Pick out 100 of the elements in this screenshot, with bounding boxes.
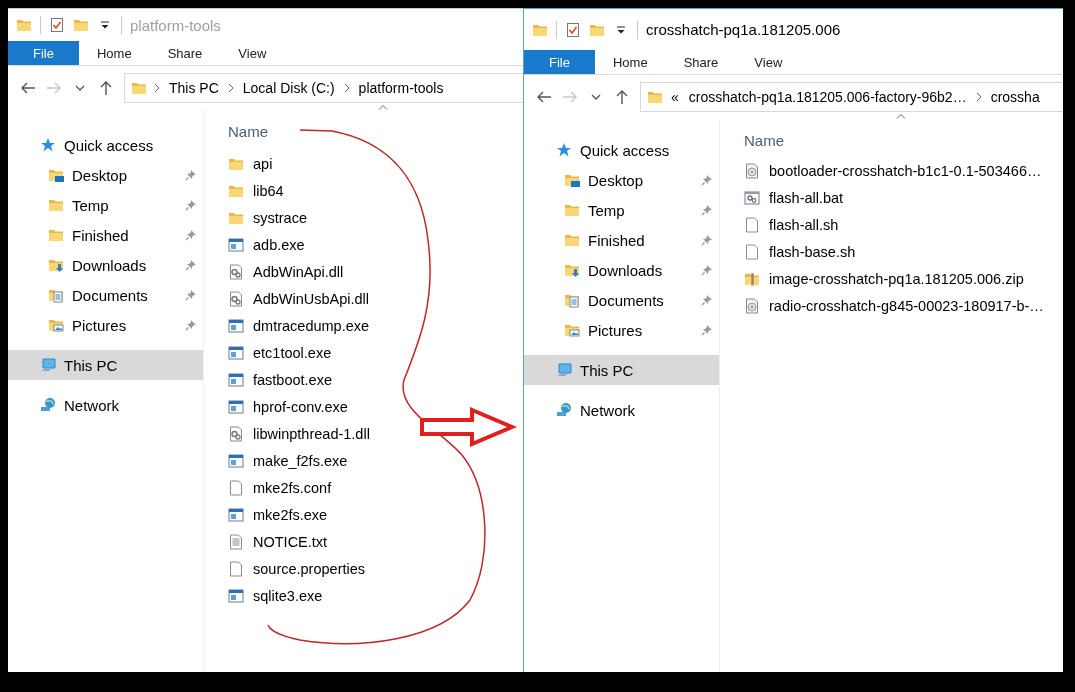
nav-item[interactable]: Quick access xyxy=(8,130,203,160)
gear-window-icon xyxy=(744,189,760,206)
file-name[interactable]: dmtracedump.exe xyxy=(253,317,370,334)
ribbon-tab[interactable]: File xyxy=(8,41,79,65)
nav-item[interactable]: Finished xyxy=(524,225,719,255)
nav-item[interactable]: Downloads xyxy=(524,255,719,285)
gear-page-icon xyxy=(228,263,244,280)
folder-icon xyxy=(131,80,147,96)
nav-item[interactable]: Pictures xyxy=(8,310,203,340)
application-icon xyxy=(228,452,244,469)
sort-caret-icon xyxy=(378,104,388,110)
file-name[interactable]: AdbWinUsbApi.dll xyxy=(253,290,370,307)
gear-page-icon xyxy=(228,290,244,307)
file-name[interactable]: AdbWinApi.dll xyxy=(253,263,344,280)
nav-item[interactable]: Finished xyxy=(8,220,203,250)
breadcrumb[interactable]: crossha xyxy=(988,89,1042,105)
ribbon-tab[interactable]: Share xyxy=(149,41,221,65)
window-title: platform-tools xyxy=(130,16,221,34)
column-header[interactable]: Name xyxy=(228,123,268,140)
breadcrumb[interactable]: This PC xyxy=(167,80,221,96)
nav-item[interactable]: Documents xyxy=(524,285,719,315)
file-name[interactable]: mke2fs.exe xyxy=(253,506,328,523)
download-folder-icon xyxy=(48,257,64,273)
nav-item[interactable]: Desktop xyxy=(8,160,203,190)
nav-item[interactable]: Temp xyxy=(8,190,203,220)
file-name[interactable]: flash-all.sh xyxy=(769,216,839,233)
blank-page-icon xyxy=(744,243,760,260)
file-name[interactable]: libwinpthread-1.dll xyxy=(253,425,370,442)
file-name[interactable]: api xyxy=(253,155,273,172)
file-name[interactable]: flash-all.bat xyxy=(769,189,844,206)
disc-page-icon xyxy=(744,162,760,179)
application-icon xyxy=(228,344,244,361)
file-name[interactable]: adb.exe xyxy=(253,236,305,253)
file-name[interactable]: image-crosshatch-pq1a.181205.006.zip xyxy=(769,270,1024,287)
column-header[interactable]: Name xyxy=(744,132,784,149)
file-name[interactable]: mke2fs.conf xyxy=(253,479,332,496)
application-icon xyxy=(228,236,244,253)
nav-item[interactable]: Desktop xyxy=(524,165,719,195)
file-name[interactable]: radio-crosshatch-g845-00023-180917-b-… xyxy=(769,297,1044,314)
file-name[interactable]: fastboot.exe xyxy=(253,371,332,388)
file-name[interactable]: etc1tool.exe xyxy=(253,344,332,361)
nav-item[interactable]: Documents xyxy=(8,280,203,310)
document-folder-icon xyxy=(48,287,64,303)
up-arrow-icon[interactable] xyxy=(98,80,114,96)
blank-page-icon xyxy=(228,479,244,496)
file-name[interactable]: hprof-conv.exe xyxy=(253,398,348,415)
folder-icon xyxy=(73,17,89,33)
nav-item[interactable]: Network xyxy=(8,390,203,420)
nav-item[interactable]: Pictures xyxy=(524,315,719,345)
application-icon xyxy=(228,317,244,334)
file-name[interactable]: sqlite3.exe xyxy=(253,587,323,604)
up-arrow-icon[interactable] xyxy=(614,89,630,105)
sort-caret-icon xyxy=(896,113,906,119)
star-icon xyxy=(40,137,56,153)
globe-icon xyxy=(556,402,572,418)
breadcrumb[interactable]: Local Disk (C:) xyxy=(240,80,337,96)
checkmark-page-icon[interactable] xyxy=(565,21,581,38)
file-name[interactable]: source.properties xyxy=(253,560,366,577)
chevron-right-icon xyxy=(342,83,351,93)
nav-item[interactable]: Quick access xyxy=(524,135,719,165)
application-icon xyxy=(228,506,244,523)
ribbon-tab[interactable]: Home xyxy=(594,50,666,74)
ribbon-tab[interactable]: Home xyxy=(78,41,150,65)
overflow-crumb[interactable]: « xyxy=(669,89,681,105)
chevron-right-icon xyxy=(974,92,983,102)
folder-icon xyxy=(647,89,663,105)
nav-item[interactable]: This PC xyxy=(8,350,203,380)
breadcrumb[interactable]: crosshatch-pq1a.181205.006-factory-96b2… xyxy=(686,89,969,105)
application-icon xyxy=(228,398,244,415)
ribbon-tab[interactable]: View xyxy=(220,41,285,65)
back-icon[interactable] xyxy=(536,89,552,105)
download-folder-icon xyxy=(564,262,580,278)
nav-item[interactable]: This PC xyxy=(524,355,719,385)
file-name[interactable]: NOTICE.txt xyxy=(253,533,328,550)
nav-item[interactable]: Downloads xyxy=(8,250,203,280)
disc-page-icon xyxy=(744,297,760,314)
file-name[interactable]: lib64 xyxy=(253,182,284,199)
checkmark-page-icon[interactable] xyxy=(49,17,65,33)
file-name[interactable]: make_f2fs.exe xyxy=(253,452,348,469)
nav-item[interactable]: Network xyxy=(524,395,719,425)
monitor-icon xyxy=(556,362,572,378)
address-bar[interactable]: « crosshatch-pq1a.181205.006-factory-96b2… crossha xyxy=(640,82,1063,112)
desktop-folder-icon xyxy=(48,167,64,183)
folder-icon xyxy=(48,227,64,243)
breadcrumb[interactable]: platform-tools xyxy=(356,80,446,96)
picture-folder-icon xyxy=(48,317,64,333)
blank-page-icon xyxy=(228,560,244,577)
zipper-folder-icon xyxy=(744,270,760,287)
application-icon xyxy=(228,371,244,388)
ribbon-tab[interactable]: File xyxy=(524,50,595,74)
globe-icon xyxy=(40,397,56,413)
back-icon[interactable] xyxy=(20,80,36,96)
nav-item[interactable]: Temp xyxy=(524,195,719,225)
file-name[interactable]: flash-base.sh xyxy=(769,243,856,260)
folder-icon xyxy=(564,202,580,218)
file-name[interactable]: systrace xyxy=(253,209,307,226)
ribbon-tab[interactable]: View xyxy=(736,50,801,74)
gear-page-icon xyxy=(228,425,244,442)
ribbon-tab[interactable]: Share xyxy=(665,50,737,74)
file-name[interactable]: bootloader-crosshatch-b1c1-0.1-503466… xyxy=(769,162,1042,179)
